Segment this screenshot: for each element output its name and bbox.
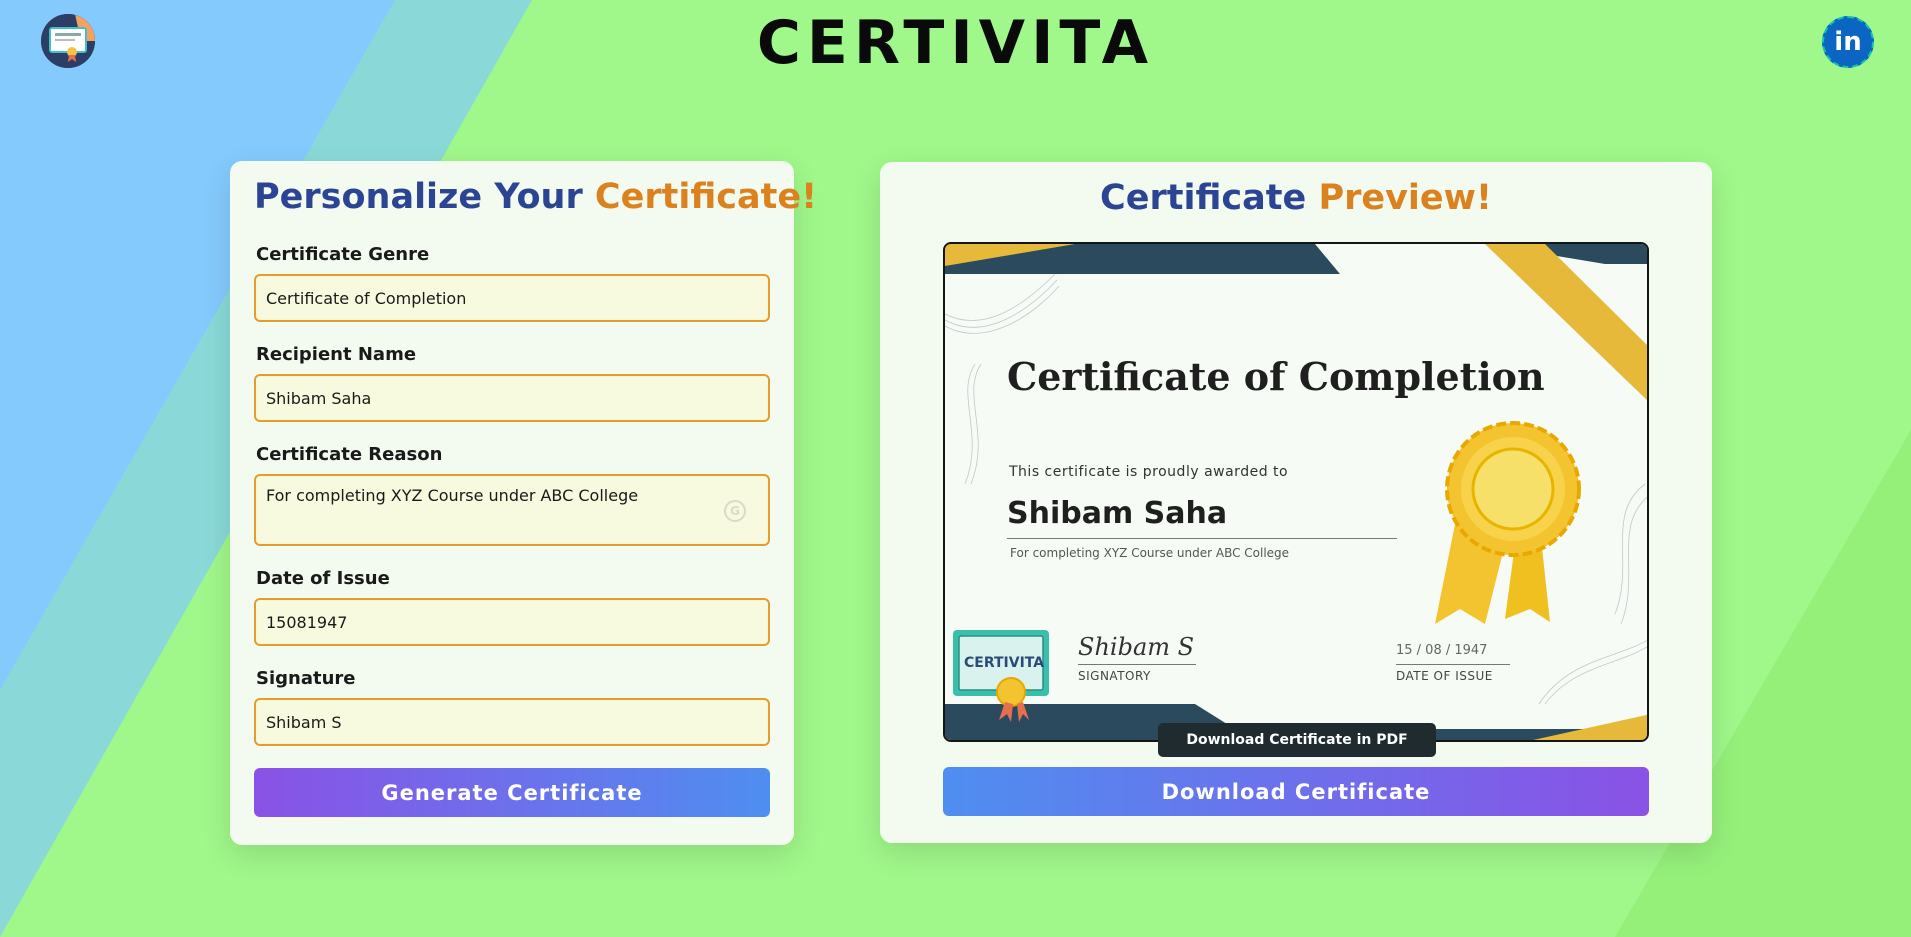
date-underline [1396, 664, 1510, 665]
preview-title-part2: Preview! [1318, 178, 1492, 218]
recipient-label: Recipient Name [256, 344, 417, 365]
generate-certificate-button[interactable]: Generate Certificate [254, 768, 770, 817]
date-input[interactable] [254, 598, 770, 646]
reason-label: Certificate Reason [256, 444, 443, 465]
signature-label: Signature [256, 668, 356, 689]
signature-underline [1078, 664, 1196, 665]
preview-title-part1: Certificate [1100, 178, 1307, 218]
genre-label: Certificate Genre [256, 244, 430, 265]
date-of-issue-label: DATE OF ISSUE [1396, 669, 1493, 683]
certificate-title: Certificate of Completion [1007, 354, 1545, 399]
certificate-signature: Shibam S [1078, 633, 1195, 661]
download-certificate-button[interactable]: Download Certificate [943, 767, 1649, 816]
genre-input[interactable] [254, 274, 770, 322]
recipient-input[interactable] [254, 374, 770, 422]
reason-textarea[interactable]: For completing XYZ Course under ABC Coll… [254, 474, 770, 546]
certificate-awarded-text: This certificate is proudly awarded to [1009, 464, 1289, 480]
form-title-part1: Personalize Your [254, 177, 583, 217]
form-title: Personalize Your Certificate! [254, 177, 818, 217]
download-tooltip: Download Certificate in PDF Format! [1158, 723, 1436, 782]
preview-title: Certificate Preview! [880, 178, 1712, 218]
certificate-preview-panel: Certificate Preview! Certificate of Comp… [880, 162, 1712, 843]
signatory-label: SIGNATORY [1078, 669, 1151, 683]
recipient-underline [1007, 538, 1397, 539]
grammar-check-icon[interactable]: G [724, 500, 746, 522]
date-label: Date of Issue [256, 568, 390, 589]
app-title: CERTIVITA [756, 8, 1155, 78]
certificate-recipient-name: Shibam Saha [1007, 496, 1228, 531]
certificate-date: 15 / 08 / 1947 [1396, 643, 1488, 658]
linkedin-icon[interactable]: in [1822, 16, 1874, 68]
certificate-decoration [945, 244, 1647, 740]
certificate-stamp-text: CERTIVITA [964, 655, 1045, 671]
signature-input[interactable] [254, 698, 770, 746]
certificate-reason-text: For completing XYZ Course under ABC Coll… [1010, 546, 1290, 560]
form-title-part2: Certificate! [594, 177, 818, 217]
certificate-form: Personalize Your Certificate! Certificat… [230, 161, 817, 845]
certificate-preview: Certificate of Completion This certifica… [943, 242, 1649, 742]
